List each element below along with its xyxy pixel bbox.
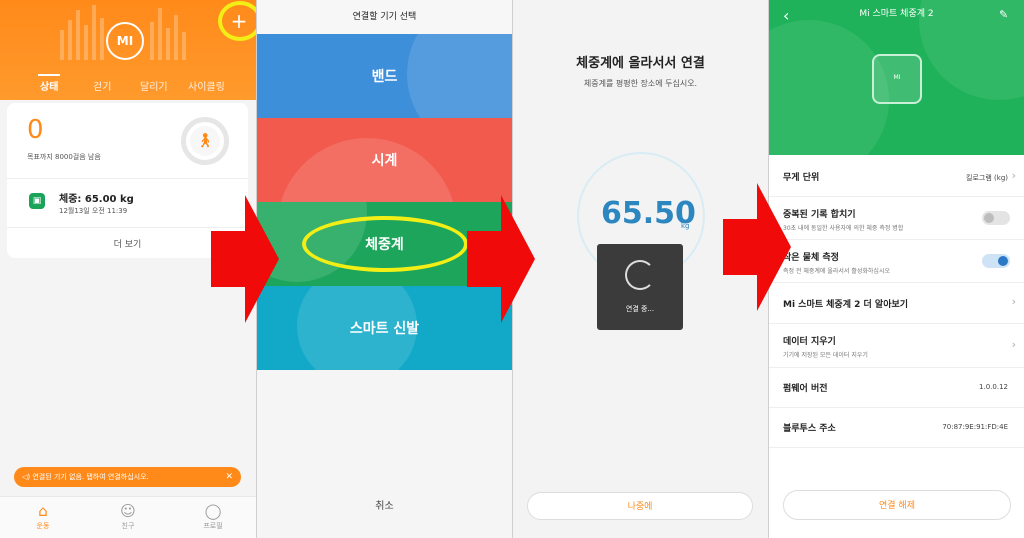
setting-firmware: 펌웨어 버전 1.0.0.12 <box>769 368 1024 408</box>
nav-friends-label: 친구 <box>121 522 135 530</box>
highlight-ring <box>218 1 256 41</box>
page-title: Mi 스마트 체중계 2 <box>859 9 934 19</box>
activity-tabs: 상태 걷기 달리기 사이클링 <box>0 78 256 96</box>
setting-value: 1.0.0.12 <box>979 383 1008 391</box>
setting-bluetooth: 블루투스 주소 70:87:9E:91:FD:4E <box>769 408 1024 448</box>
scale-image: MI <box>872 54 922 104</box>
device-band-label: 밴드 <box>371 69 398 85</box>
tab-status[interactable]: 상태 <box>40 78 58 93</box>
highlight-ring <box>302 216 468 272</box>
cancel-button[interactable]: 취소 <box>257 497 512 512</box>
scale-icon: ▣ <box>29 193 45 209</box>
setting-title: 블루투스 주소 <box>783 424 836 434</box>
setting-learn-more[interactable]: Mi 스마트 체중계 2 더 알아보기 › <box>769 283 1024 324</box>
chevron-right-icon: › <box>1011 295 1016 308</box>
weight-unit: kg <box>681 222 690 230</box>
weight-date: 12월13일 오전 11:39 <box>59 207 128 215</box>
step-progress-ring: 🚶︎ <box>181 117 229 165</box>
setting-description: 30초 내에 동일한 사용자에 의한 체중 측정 병합 <box>783 225 904 232</box>
device-header: ‹ Mi 스마트 체중계 2 ✎ MI <box>769 0 1024 155</box>
setting-title: 무게 단위 <box>783 173 820 183</box>
setting-value: 70:87:9E:91:FD:4E <box>942 423 1008 431</box>
friends-icon: ☺ <box>120 502 136 520</box>
setting-merge-records: 중복된 기록 합치기 30초 내에 동일한 사용자에 의한 체중 측정 병합 <box>769 197 1024 240</box>
merge-records-toggle[interactable] <box>982 211 1010 225</box>
setting-small-object: 작은 물체 측정 측정 전 체중계에 올라서서 활성화하십시오 <box>769 240 1024 283</box>
device-shoes-label: 스마트 신발 <box>349 321 420 337</box>
device-watch[interactable]: 시계 <box>257 118 512 202</box>
device-watch-label: 시계 <box>371 153 398 169</box>
setting-description: 측정 전 체중계에 올라서서 활성화하십시오 <box>783 268 890 275</box>
setting-value: 킬로그램 (kg) <box>966 174 1008 182</box>
arrow-right-icon <box>723 183 791 311</box>
small-object-toggle[interactable] <box>982 254 1010 268</box>
step-goal-note: 목표까지 8000걸음 남음 <box>27 153 101 161</box>
step-count: 0 <box>27 115 44 145</box>
setting-title: 작은 물체 측정 <box>783 253 839 263</box>
nav-workout-label: 운동 <box>36 522 50 530</box>
setting-weight-unit[interactable]: 무게 단위 킬로그램 (kg) › <box>769 155 1024 197</box>
scale-logo: MI <box>893 74 901 81</box>
setting-title: Mi 스마트 체중계 2 더 알아보기 <box>783 300 909 310</box>
nav-profile[interactable]: ◯ 프로필 <box>188 503 238 531</box>
decor-shape <box>407 34 512 118</box>
chevron-right-icon: › <box>1011 169 1016 182</box>
weight-value[interactable]: 체중: 65.00 kg <box>59 190 134 205</box>
walking-person-icon: 🚶︎ <box>190 126 220 156</box>
decor-shape <box>769 20 889 155</box>
edit-icon[interactable]: ✎ <box>999 8 1008 21</box>
connecting-dialog: 연결 중... <box>597 244 683 330</box>
arrow-right-icon <box>467 195 535 323</box>
loading-spinner-icon <box>625 260 655 290</box>
nav-workout[interactable]: ⌂ 운동 <box>18 503 68 531</box>
active-tab-underline <box>38 74 60 76</box>
page-title: 체중계에 올라서서 연결 <box>576 56 705 71</box>
later-button[interactable]: 나중에 <box>527 492 753 520</box>
nav-profile-label: 프로필 <box>203 522 223 530</box>
page-subtitle: 체중계를 평평한 장소에 두십시오. <box>583 79 698 88</box>
setting-clear-data[interactable]: 데이터 지우기 기기에 저장된 모든 데이터 지우기 › <box>769 324 1024 368</box>
setting-title: 펌웨어 버전 <box>783 384 828 394</box>
divider <box>7 178 248 179</box>
no-device-banner[interactable]: ◁) 연결된 기기 없음. 탭하여 연결하십시오. ✕ <box>14 467 241 487</box>
home-icon: ⌂ <box>38 502 48 520</box>
speaker-icon: ◁) <box>22 473 31 481</box>
disconnect-button[interactable]: 연결 해제 <box>783 490 1011 520</box>
setting-title: 중복된 기록 합치기 <box>783 210 856 220</box>
profile-icon: ◯ <box>204 502 222 520</box>
page-title: 연결할 기기 선택 <box>257 0 512 34</box>
decor-shape <box>277 138 457 202</box>
close-icon[interactable]: ✕ <box>225 467 233 487</box>
connecting-text: 연결 중... <box>625 305 655 313</box>
setting-title: 데이터 지우기 <box>783 337 836 347</box>
tab-walk[interactable]: 걷기 <box>93 78 111 93</box>
scale-settings-screen: ‹ Mi 스마트 체중계 2 ✎ MI 무게 단위 킬로그램 (kg) › 중복… <box>769 0 1024 538</box>
setting-description: 기기에 저장된 모든 데이터 지우기 <box>783 352 868 359</box>
mi-logo: MI <box>106 22 144 60</box>
nav-friends[interactable]: ☺ 친구 <box>103 503 153 531</box>
no-device-text: 연결된 기기 없음. 탭하여 연결하십시오. <box>32 473 149 481</box>
bottom-nav: ⌂ 운동 ☺ 친구 ◯ 프로필 <box>0 496 256 538</box>
arrow-right-icon <box>211 195 279 323</box>
tab-run[interactable]: 달리기 <box>140 78 168 93</box>
chevron-right-icon: › <box>1011 338 1016 351</box>
tab-cycling[interactable]: 사이클링 <box>188 78 225 93</box>
device-band[interactable]: 밴드 <box>257 34 512 118</box>
